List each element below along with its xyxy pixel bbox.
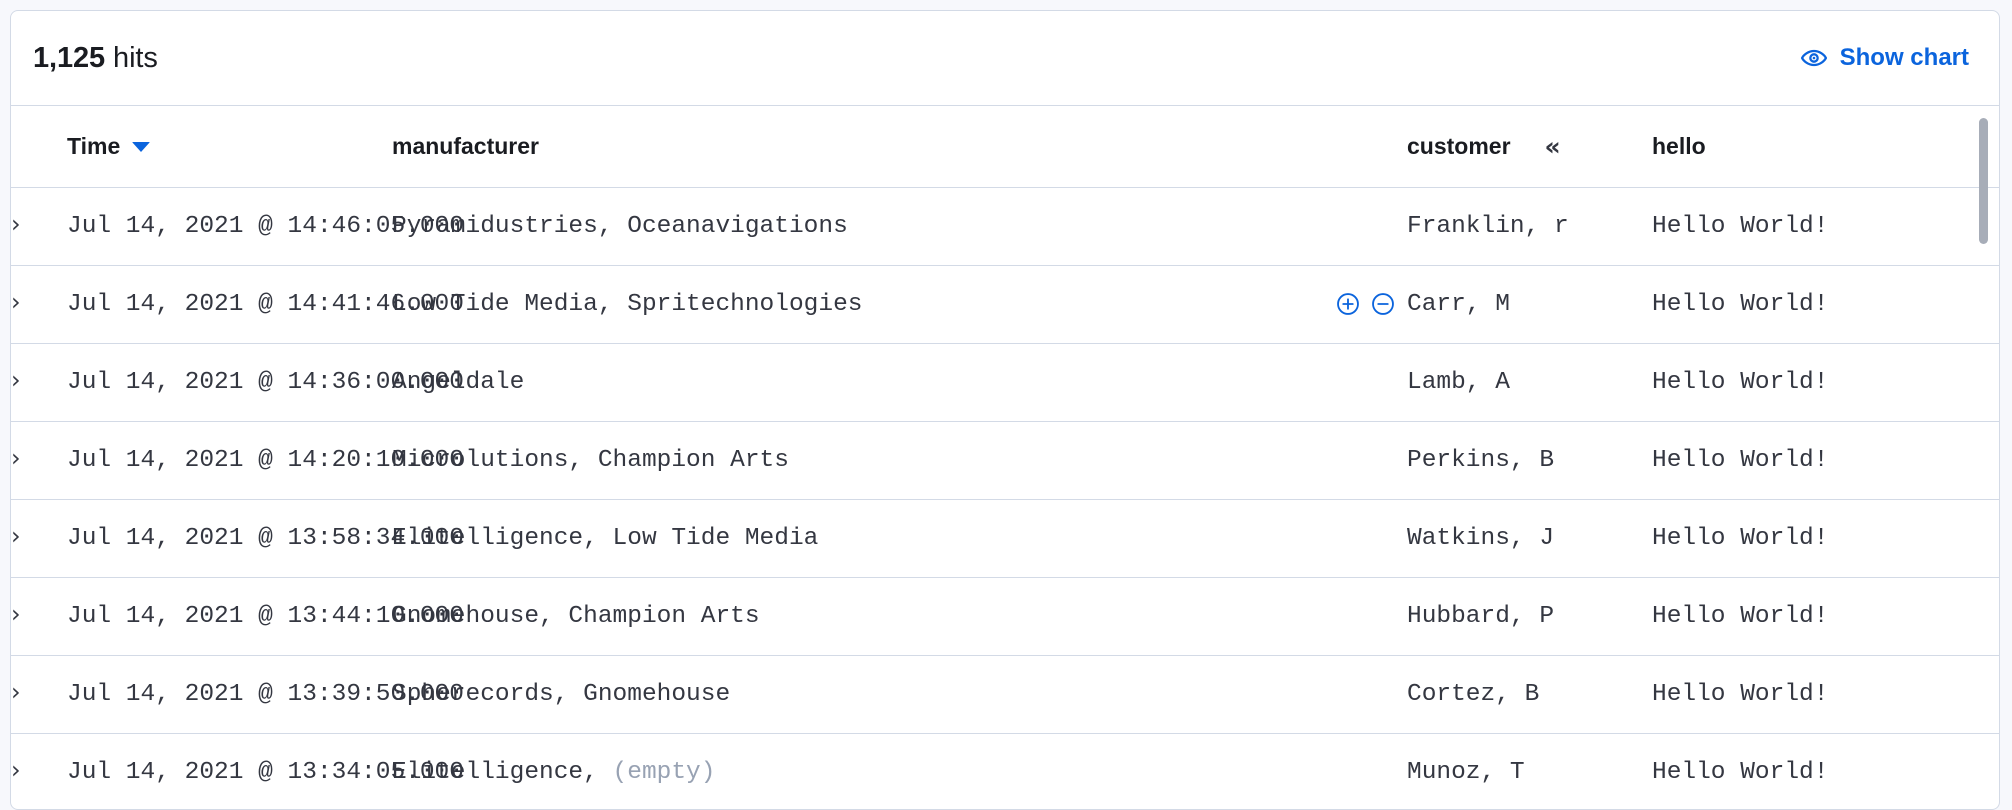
chevron-right-icon[interactable]: ›	[11, 680, 21, 704]
chevron-right-icon[interactable]: ›	[11, 602, 21, 626]
cell-manufacturer: Gnomehouse, Champion Arts	[392, 577, 1407, 655]
expand-row-cell[interactable]: ›	[11, 343, 67, 421]
cell-customer: Lamb, A	[1407, 343, 1652, 421]
table-row[interactable]: › Jul 14, 2021 @ 13:39:50.000Spherecords,…	[11, 655, 2000, 733]
cell-time: Jul 14, 2021 @ 13:58:34.000	[67, 499, 392, 577]
table-row[interactable]: › Jul 14, 2021 @ 14:41:46.000Low Tide Med…	[11, 265, 2000, 343]
chevron-right-icon[interactable]: ›	[11, 368, 21, 392]
hits-summary: 1,125 hits	[33, 42, 158, 75]
cell-manufacturer: Elitelligence, Low Tide Media	[392, 499, 1407, 577]
cell-hello: Hello World!	[1652, 343, 2000, 421]
table-row[interactable]: › Jul 14, 2021 @ 13:58:34.000Elitelligenc…	[11, 499, 2000, 577]
chevron-right-icon[interactable]: ›	[11, 758, 21, 782]
cell-time: Jul 14, 2021 @ 13:39:50.000	[67, 655, 392, 733]
search-results-panel: 1,125 hits Show chart	[10, 10, 2000, 810]
table-row[interactable]: › Jul 14, 2021 @ 14:36:00.000AngeldaleLam…	[11, 343, 2000, 421]
cell-manufacturer: Spherecords, Gnomehouse	[392, 655, 1407, 733]
cell-manufacturer-text: Elitelligence,	[392, 759, 613, 786]
chevron-right-icon[interactable]: ›	[11, 524, 21, 548]
table-body: › Jul 14, 2021 @ 14:46:05.000Pyramidustri…	[11, 187, 2000, 810]
cell-hello: Hello World!	[1652, 421, 2000, 499]
show-chart-label: Show chart	[1840, 44, 1969, 72]
cell-hello: Hello World!	[1652, 655, 2000, 733]
hits-count: 1,125	[33, 42, 105, 74]
cell-time: Jul 14, 2021 @ 14:41:46.000	[67, 265, 392, 343]
cell-customer: Hubbard, P	[1407, 577, 1652, 655]
table-row[interactable]: › Jul 14, 2021 @ 13:34:05.000Elitelligenc…	[11, 733, 2000, 810]
table-row[interactable]: › Jul 14, 2021 @ 14:46:05.000Pyramidustri…	[11, 187, 2000, 265]
empty-value-token: (empty)	[613, 759, 716, 786]
move-column-left-icon[interactable]: «	[1545, 134, 1561, 159]
cell-customer: Munoz, T	[1407, 733, 1652, 810]
table-header-row: Time manufacturer customer «	[11, 106, 2000, 187]
cell-customer: Cortez, B	[1407, 655, 1652, 733]
cell-hello: Hello World!	[1652, 499, 2000, 577]
row-filter-buttons	[1335, 291, 1396, 317]
documents-table-container: Time manufacturer customer «	[11, 105, 1999, 810]
expand-row-cell[interactable]: ›	[11, 499, 67, 577]
cell-time: Jul 14, 2021 @ 13:44:10.000	[67, 577, 392, 655]
chevron-right-icon[interactable]: ›	[11, 446, 21, 470]
hits-label: hits	[113, 42, 158, 74]
scrollbar-thumb[interactable]	[1979, 118, 1988, 244]
cell-customer-text: Carr, M	[1407, 291, 1510, 318]
column-header-customer-label: customer	[1407, 133, 1511, 160]
cell-manufacturer: Elitelligence, (empty)	[392, 733, 1407, 810]
results-toolbar: 1,125 hits Show chart	[11, 11, 1999, 105]
cell-hello: Hello World!	[1652, 577, 2000, 655]
expand-row-cell[interactable]: ›	[11, 577, 67, 655]
chevron-right-icon[interactable]: ›	[11, 212, 21, 236]
cell-time: Jul 14, 2021 @ 14:20:10.000	[67, 421, 392, 499]
cell-manufacturer: Angeldale	[392, 343, 1407, 421]
cell-time: Jul 14, 2021 @ 14:46:05.000	[67, 187, 392, 265]
table-header: Time manufacturer customer «	[11, 106, 2000, 187]
cell-time: Jul 14, 2021 @ 14:36:00.000	[67, 343, 392, 421]
eye-icon	[1801, 45, 1827, 71]
expand-row-cell[interactable]: ›	[11, 655, 67, 733]
column-header-customer[interactable]: customer «	[1407, 106, 1652, 187]
cell-manufacturer: Low Tide Media, Spritechnologies	[392, 265, 1407, 343]
circle-minus-icon[interactable]	[1370, 291, 1396, 317]
column-header-manufacturer-label: manufacturer	[392, 133, 539, 160]
chevron-right-icon[interactable]: ›	[11, 290, 21, 314]
expand-row-cell[interactable]: ›	[11, 265, 67, 343]
expand-row-cell[interactable]: ›	[11, 187, 67, 265]
cell-manufacturer: Pyramidustries, Oceanavigations	[392, 187, 1407, 265]
column-header-hello[interactable]: hello	[1652, 106, 2000, 187]
expand-row-cell[interactable]: ›	[11, 421, 67, 499]
cell-hello: Hello World!	[1652, 265, 2000, 343]
cell-manufacturer: Microlutions, Champion Arts	[392, 421, 1407, 499]
table-row[interactable]: › Jul 14, 2021 @ 13:44:10.000Gnomehouse, …	[11, 577, 2000, 655]
cell-customer: Franklin, r	[1407, 187, 1652, 265]
expand-row-cell[interactable]: ›	[11, 733, 67, 810]
column-header-time-label: Time	[67, 133, 120, 160]
cell-customer: Watkins, J	[1407, 499, 1652, 577]
cell-customer: Perkins, B	[1407, 421, 1652, 499]
cell-time: Jul 14, 2021 @ 13:34:05.000	[67, 733, 392, 810]
cell-hello: Hello World!	[1652, 187, 2000, 265]
column-header-hello-label: hello	[1652, 133, 1706, 160]
cell-hello: Hello World!	[1652, 733, 2000, 810]
column-header-manufacturer[interactable]: manufacturer	[392, 106, 1407, 187]
column-header-time[interactable]: Time	[67, 106, 392, 187]
documents-table: Time manufacturer customer «	[11, 106, 2000, 810]
circle-plus-icon[interactable]	[1335, 291, 1361, 317]
show-chart-button[interactable]: Show chart	[1801, 44, 1973, 72]
cell-customer: Carr, M	[1407, 265, 1652, 343]
sort-descending-icon[interactable]	[132, 142, 150, 152]
table-row[interactable]: › Jul 14, 2021 @ 14:20:10.000Microlutions…	[11, 421, 2000, 499]
column-header-expand	[11, 106, 67, 187]
